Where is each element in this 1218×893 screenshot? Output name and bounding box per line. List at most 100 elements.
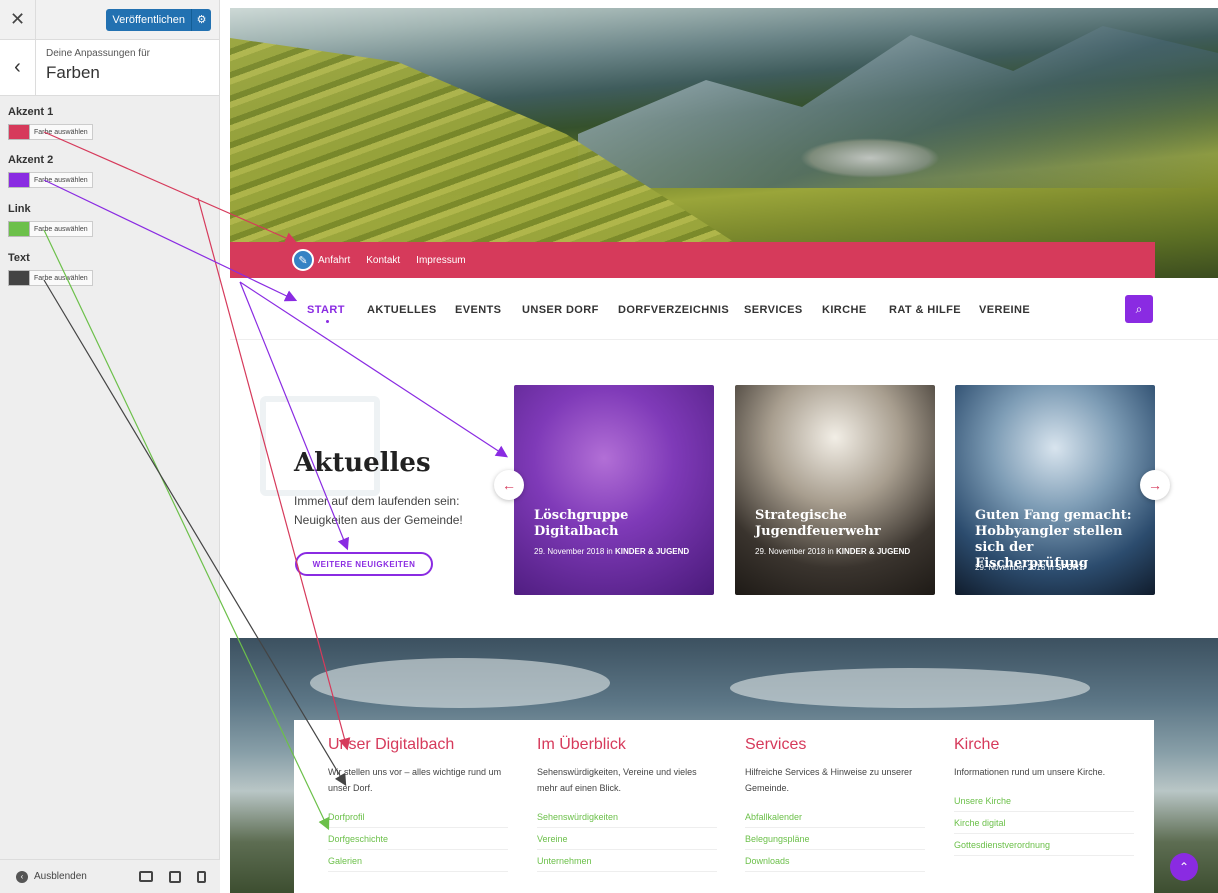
color-picker[interactable]: Farbe auswählen	[8, 124, 93, 140]
column-link[interactable]: Galerien	[328, 850, 508, 872]
section-subtitle: Deine Anpassungen für	[46, 48, 150, 59]
nav-aktuelles[interactable]: AKTUELLES	[367, 304, 437, 316]
info-box: Unser Digitalbach Wir stellen uns vor – …	[294, 720, 1154, 893]
search-icon[interactable]: ⌕	[1125, 295, 1153, 323]
column-link[interactable]: Unsere Kirche	[954, 790, 1134, 812]
nav-start[interactable]: START	[307, 304, 345, 323]
carousel-prev-arrow-icon[interactable]: ←	[494, 470, 524, 500]
color-swatch[interactable]	[8, 172, 30, 188]
nav-vereine[interactable]: VEREINE	[979, 304, 1030, 316]
section-title: Farben	[46, 63, 100, 82]
close-icon[interactable]: ✕	[0, 0, 36, 40]
news-card[interactable]: Löschgruppe Digitalbach 29. November 201…	[514, 385, 714, 595]
info-column-kirche: Kirche Informationen rund um unsere Kirc…	[954, 736, 1134, 856]
nav-dorfverzeichnis[interactable]: DORFVERZEICHNIS	[618, 304, 729, 316]
nav-services[interactable]: SERVICES	[744, 304, 803, 316]
select-color-button[interactable]: Farbe auswählen	[30, 221, 93, 237]
cloud-decoration	[730, 668, 1090, 708]
customizer-header: ✕ Veröffentlichen ⚙	[0, 0, 219, 40]
color-label: Akzent 2	[8, 154, 54, 166]
top-link-kontakt[interactable]: Kontakt	[366, 255, 400, 266]
news-intro: Immer auf dem laufenden sein: Neuigkeite…	[294, 494, 463, 527]
back-chevron-icon[interactable]: ‹	[0, 40, 36, 95]
nav-events[interactable]: EVENTS	[455, 304, 501, 316]
newspaper-icon	[260, 396, 380, 496]
column-link[interactable]: Dorfgeschichte	[328, 828, 508, 850]
column-link[interactable]: Abfallkalender	[745, 806, 925, 828]
desktop-preview-icon[interactable]	[139, 871, 153, 882]
column-heading: Services	[745, 736, 807, 753]
nav-kirche[interactable]: KIRCHE	[822, 304, 867, 316]
card-title: Strategische Jugendfeuerwehr	[755, 508, 881, 539]
color-swatch[interactable]	[8, 270, 30, 286]
news-heading: Aktuelles	[294, 448, 431, 478]
more-news-button[interactable]: WEITERE NEUIGKEITEN	[295, 552, 433, 576]
nav-rat-hilfe[interactable]: RAT & HILFE	[889, 304, 961, 316]
card-category[interactable]: SPORT	[1056, 563, 1084, 572]
column-heading: Im Überblick	[537, 736, 626, 753]
color-swatch[interactable]	[8, 124, 30, 140]
column-link[interactable]: Kirche digital	[954, 812, 1134, 834]
column-description: Hilfreiche Services & Hinweise zu unsere…	[745, 767, 913, 793]
column-link[interactable]: Gottesdienstverordnung	[954, 834, 1134, 856]
back-to-top-icon[interactable]: ⌃	[1170, 853, 1198, 881]
publish-label: Veröffentlichen	[112, 13, 185, 26]
card-meta: 29. November 2018 in KINDER & JUGEND	[755, 546, 915, 558]
card-meta: 29. November 2018 in KINDER & JUGEND	[534, 546, 694, 558]
column-link[interactable]: Dorfprofil	[328, 806, 508, 828]
color-picker[interactable]: Farbe auswählen	[8, 221, 93, 237]
column-link[interactable]: Vereine	[537, 828, 717, 850]
news-card[interactable]: Guten Fang gemacht: Hobbyangler stellen …	[955, 385, 1155, 595]
color-setting-link: Link Farbe auswählen	[8, 203, 93, 237]
column-link[interactable]: Sehenswürdigkeiten	[537, 806, 717, 828]
news-card[interactable]: Strategische Jugendfeuerwehr 29. Novembe…	[735, 385, 935, 595]
section-header: ‹ Deine Anpassungen für Farben	[0, 40, 219, 96]
card-date: 29. November 2018 in	[755, 547, 834, 556]
card-category[interactable]: KINDER & JUGEND	[836, 547, 910, 556]
site-preview: ✎ Anfahrt Kontakt Impressum START AKTUEL…	[230, 8, 1218, 893]
main-navigation: START AKTUELLES EVENTS UNSER DORF DORFVE…	[230, 278, 1218, 340]
mobile-preview-icon[interactable]	[197, 870, 206, 883]
card-category[interactable]: KINDER & JUGEND	[615, 547, 689, 556]
hide-controls-button[interactable]: ‹ Ausblenden	[16, 870, 87, 883]
color-label: Akzent 1	[8, 106, 54, 118]
top-link-impressum[interactable]: Impressum	[416, 255, 465, 266]
card-title: Löschgruppe Digitalbach	[534, 508, 629, 539]
color-swatch[interactable]	[8, 221, 30, 237]
color-setting-akzent-2: Akzent 2 Farbe auswählen	[8, 154, 93, 188]
info-column-im-ueberblick: Im Überblick Sehenswürdigkeiten, Vereine…	[537, 736, 717, 872]
column-link[interactable]: Downloads	[745, 850, 925, 872]
column-heading: Unser Digitalbach	[328, 736, 455, 753]
color-label: Link	[8, 203, 31, 215]
publish-button[interactable]: Veröffentlichen ⚙	[106, 8, 211, 31]
card-meta: 29. November 2018 in SPORT	[975, 562, 1145, 574]
hide-label: Ausblenden	[34, 871, 87, 882]
edit-pencil-icon[interactable]: ✎	[292, 249, 314, 271]
gear-icon[interactable]: ⚙	[191, 8, 211, 31]
nav-unser-dorf[interactable]: UNSER DORF	[522, 304, 599, 316]
hero-image	[230, 8, 1218, 278]
select-color-button[interactable]: Farbe auswählen	[30, 270, 93, 286]
column-link[interactable]: Belegungspläne	[745, 828, 925, 850]
card-date: 29. November 2018 in	[534, 547, 613, 556]
top-link-anfahrt[interactable]: Anfahrt	[318, 255, 350, 266]
customizer-sidebar: ✕ Veröffentlichen ⚙ ‹ Deine Anpassungen …	[0, 0, 220, 893]
color-picker[interactable]: Farbe auswählen	[8, 172, 93, 188]
color-setting-text: Text Farbe auswählen	[8, 252, 93, 286]
info-column-services: Services Hilfreiche Services & Hinweise …	[745, 736, 925, 872]
select-color-button[interactable]: Farbe auswählen	[30, 124, 93, 140]
tablet-preview-icon[interactable]	[169, 870, 181, 883]
card-date: 29. November 2018 in	[975, 563, 1054, 572]
column-link[interactable]: Unternehmen	[537, 850, 717, 872]
customizer-footer: ‹ Ausblenden	[0, 859, 220, 893]
select-color-button[interactable]: Farbe auswählen	[30, 172, 93, 188]
carousel-next-arrow-icon[interactable]: →	[1140, 470, 1170, 500]
column-description: Sehenswürdigkeiten, Vereine und vieles m…	[537, 767, 697, 793]
column-heading: Kirche	[954, 736, 1000, 753]
top-bar: ✎ Anfahrt Kontakt Impressum	[230, 242, 1155, 278]
color-setting-akzent-1: Akzent 1 Farbe auswählen	[8, 106, 93, 140]
color-picker[interactable]: Farbe auswählen	[8, 270, 93, 286]
collapse-icon: ‹	[16, 870, 28, 883]
color-label: Text	[8, 252, 30, 264]
column-description: Wir stellen uns vor – alles wichtige run…	[328, 767, 502, 793]
